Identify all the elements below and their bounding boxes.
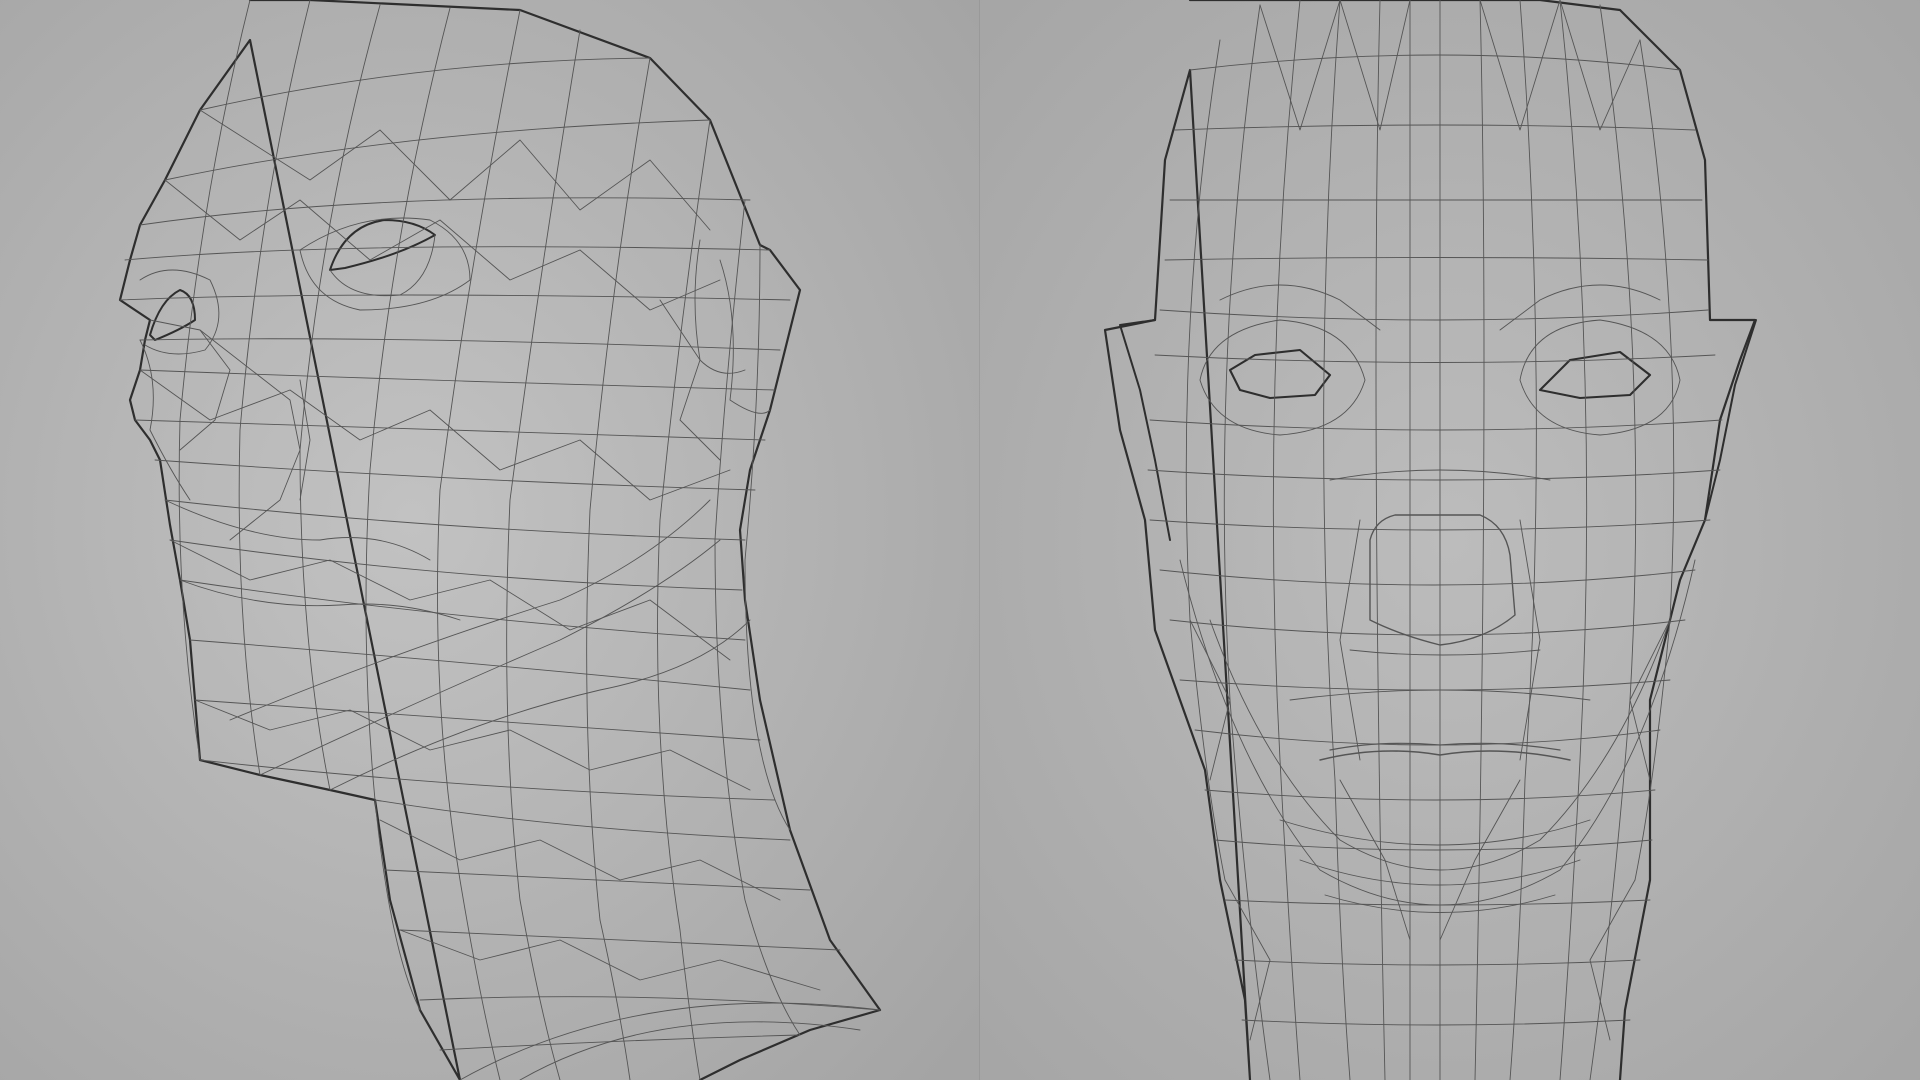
wireframe-head-three-quarter: [0, 0, 980, 1080]
wireframe-head-front-panel: [980, 0, 1920, 1080]
wireframe-head-three-quarter-panel: [0, 0, 980, 1080]
render-viewport: [0, 0, 1920, 1080]
panel-background: [0, 0, 980, 1080]
wireframe-head-front: [980, 0, 1920, 1080]
